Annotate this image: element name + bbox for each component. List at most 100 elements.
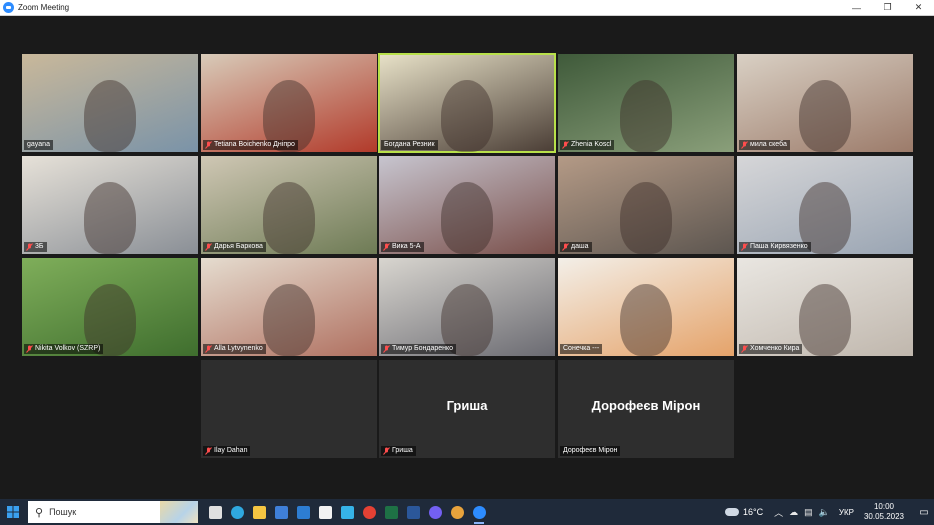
minimize-button[interactable]: — (841, 0, 872, 15)
gallery-view: gayana Tetiana Boichenko Дніпро Богдана Ре… (0, 16, 934, 499)
participant-tile[interactable]: Хомченко Кира (737, 258, 913, 356)
taskbar-app-paint[interactable] (446, 499, 468, 525)
input-language[interactable]: УКР (839, 508, 854, 517)
participant-name-label: Alla Lytvynenko (203, 344, 266, 354)
participant-name-label: Сонечка --- (560, 344, 603, 354)
taskbar-app-viber[interactable] (424, 499, 446, 525)
taskbar-app-task-view[interactable] (204, 499, 226, 525)
zoom-icon (472, 505, 486, 519)
notification-icon[interactable]: ▭ (914, 499, 934, 525)
participant-tile[interactable]: Tetiana Boichenko Дніпро (201, 54, 377, 152)
participant-tile[interactable]: Дорофеєв Мірон Дорофеєв Мірон (558, 360, 734, 458)
excel-icon (384, 505, 398, 519)
weather-temperature: 16°C (743, 507, 764, 517)
participant-name-label: Дорофеєв Мірон (560, 446, 621, 456)
participant-tile[interactable]: Вика 5-А (379, 156, 555, 254)
participant-name: Tetiana Boichenko Дніпро (214, 141, 295, 148)
taskbar-app-word[interactable] (402, 499, 424, 525)
mail-icon (296, 505, 310, 519)
participant-tile[interactable]: Nikita Volkov (SZRP) (22, 258, 198, 356)
participant-video (620, 182, 672, 254)
onedrive-icon[interactable]: ☁ (789, 507, 798, 518)
participant-name: Nikita Volkov (SZRP) (35, 345, 101, 352)
participant-display-name: Дорофеєв Мірон (591, 398, 701, 413)
participant-name: Alla Lytvynenko (214, 345, 263, 352)
participant-video (263, 284, 315, 356)
taskbar-app-microsoft-store[interactable] (270, 499, 292, 525)
participant-tile[interactable]: Сонечка --- (558, 258, 734, 356)
participant-name: Богдана Резник (384, 141, 435, 148)
system-tray: 16°C ︿ ☁ ▤ 🔈 УКР 10:00 30.05.2023 ▭ (725, 499, 934, 525)
participant-tile[interactable]: даша (558, 156, 734, 254)
participant-name: 3Б (35, 243, 44, 250)
participant-tile[interactable]: Alla Lytvynenko (201, 258, 377, 356)
taskbar-app-edge[interactable] (226, 499, 248, 525)
participant-name: мила скеба (750, 141, 787, 148)
participant-tile[interactable]: gayana (22, 54, 198, 152)
participant-name: Вика 5-А (392, 243, 421, 250)
microphone-muted-icon (741, 243, 748, 251)
participant-tile[interactable]: Тимур Бондаренко (379, 258, 555, 356)
participant-tile[interactable]: Паша Кирвязенко (737, 156, 913, 254)
participant-name-label: Дарья Баркова (203, 242, 266, 252)
start-button[interactable] (0, 499, 26, 525)
participant-tile[interactable]: Zhenia Koscl (558, 54, 734, 152)
participant-name-label: Паша Кирвязенко (739, 242, 811, 252)
taskbar-app-chrome[interactable] (358, 499, 380, 525)
viber-icon (428, 505, 442, 519)
participant-tile[interactable]: Дарья Баркова (201, 156, 377, 254)
taskbar-app-mydr[interactable] (336, 499, 358, 525)
microphone-muted-icon (205, 141, 212, 149)
taskbar-app-amazon[interactable] (314, 499, 336, 525)
taskbar-search[interactable]: ⚲ Пошук (28, 501, 198, 523)
taskbar-apps (204, 499, 490, 525)
clock-date: 30.05.2023 (863, 512, 904, 521)
participant-name-label: Tetiana Boichenko Дніпро (203, 140, 298, 150)
participant-name-label: Zhenia Koscl (560, 140, 615, 150)
participant-video (620, 80, 672, 152)
participant-tile[interactable]: Богдана Резник (378, 53, 556, 153)
chevron-up-icon[interactable]: ︿ (774, 506, 783, 519)
network-icon[interactable]: ▤ (804, 507, 813, 518)
microphone-muted-icon (205, 243, 212, 251)
maximize-button[interactable]: ❐ (872, 0, 903, 15)
participant-video (263, 182, 315, 254)
taskbar-app-zoom[interactable] (468, 499, 490, 525)
taskbar-clock[interactable]: 10:00 30.05.2023 (864, 502, 904, 522)
participant-display-name: Гриша (446, 398, 488, 413)
windows-logo-icon (7, 506, 19, 518)
participant-tile[interactable]: мила скеба (737, 54, 913, 152)
file-explorer-icon (252, 505, 266, 519)
participant-tile[interactable]: Ilay Dahan (201, 360, 377, 458)
participant-tile[interactable]: 3Б (22, 156, 198, 254)
participant-tile[interactable]: Гриша Гриша (379, 360, 555, 458)
microphone-muted-icon (205, 345, 212, 353)
weather-widget[interactable]: 16°C (725, 507, 763, 517)
participant-name: Гриша (392, 447, 413, 454)
paint-icon (450, 505, 464, 519)
participant-name: даша (571, 243, 589, 250)
participant-name-label: Ilay Dahan (203, 446, 251, 456)
microphone-muted-icon (205, 447, 212, 455)
volume-icon[interactable]: 🔈 (819, 507, 830, 518)
close-button[interactable]: ✕ (903, 0, 934, 15)
microphone-muted-icon (383, 243, 390, 251)
participant-name-label: Гриша (381, 446, 416, 456)
participant-name: Ilay Dahan (214, 447, 248, 454)
taskbar-app-mail[interactable] (292, 499, 314, 525)
participant-name: Паша Кирвязенко (750, 243, 808, 250)
participant-name: Дорофеєв Мірон (563, 447, 618, 454)
taskbar-app-excel[interactable] (380, 499, 402, 525)
participant-video (441, 80, 493, 152)
microphone-muted-icon (383, 447, 390, 455)
chrome-icon (362, 505, 376, 519)
taskbar-app-file-explorer[interactable] (248, 499, 270, 525)
participant-name: Дарья Баркова (214, 243, 263, 250)
task-view-icon (208, 505, 222, 519)
search-highlight-illustration (160, 501, 198, 523)
windows-taskbar: ⚲ Пошук 16°C ︿ ☁ ▤ 🔈 УКР 10:00 30.05.202… (0, 499, 934, 525)
microphone-muted-icon (562, 243, 569, 251)
clock-time: 10:00 (873, 502, 894, 511)
cloud-icon (725, 508, 740, 516)
window-title-bar: Zoom Meeting — ❐ ✕ (0, 0, 934, 16)
